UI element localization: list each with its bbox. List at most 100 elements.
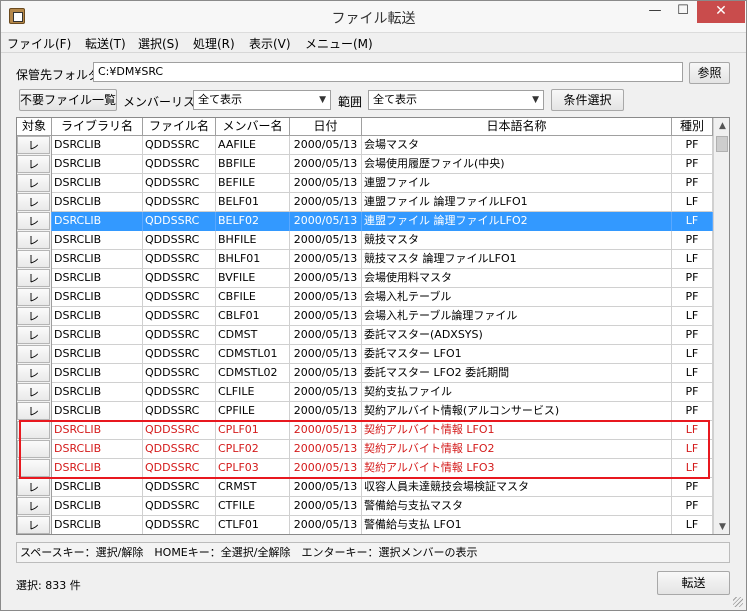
table-row[interactable]: レ DSRCLIB QDDSSRC CRMST 2000/05/13 収容人員未達競技会場… xyxy=(17,478,713,497)
table-row[interactable]: レ DSRCLIB QDDSSRC BEFILE 2000/05/13 連盟ファイル PF xyxy=(17,174,713,193)
row-check[interactable]: レ xyxy=(17,497,52,516)
row-check[interactable]: レ xyxy=(17,326,52,345)
row-japanese-name: 会場マスタ xyxy=(362,136,672,155)
table-row[interactable]: レ DSRCLIB QDDSSRC BVFILE 2000/05/13 会場使用料マスタ P… xyxy=(17,269,713,288)
row-check-button[interactable]: レ xyxy=(17,193,50,211)
row-check-button[interactable]: レ xyxy=(17,250,50,268)
menu-menu[interactable]: メニュー(M) xyxy=(305,35,373,52)
table-row[interactable]: DSRCLIB QDDSSRC CPLF02 2000/05/13 契約アルバイト情報 … xyxy=(17,440,713,459)
browse-button[interactable]: 参照 xyxy=(689,62,730,84)
table-row[interactable]: DSRCLIB QDDSSRC CPLF01 2000/05/13 契約アルバイト情報 … xyxy=(17,421,713,440)
close-button[interactable]: ✕ xyxy=(697,1,745,23)
table-row[interactable]: DSRCLIB QDDSSRC CPLF03 2000/05/13 契約アルバイト情報 … xyxy=(17,459,713,478)
row-check[interactable]: レ xyxy=(17,250,52,269)
row-check-button[interactable]: レ xyxy=(17,307,50,325)
row-check[interactable]: レ xyxy=(17,307,52,326)
row-check[interactable] xyxy=(17,421,52,440)
table-row[interactable]: レ DSRCLIB QDDSSRC CBFILE 2000/05/13 会場入札テーブル P… xyxy=(17,288,713,307)
scroll-thumb[interactable] xyxy=(716,136,728,152)
row-check[interactable]: レ xyxy=(17,383,52,402)
table-row[interactable]: レ DSRCLIB QDDSSRC CDMSTL01 2000/05/13 委託マスター … xyxy=(17,345,713,364)
menu-view[interactable]: 表示(V) xyxy=(249,35,291,52)
range-select[interactable]: 全て表示 ▼ xyxy=(368,90,544,110)
table-row[interactable]: レ DSRCLIB QDDSSRC BHFILE 2000/05/13 競技マスタ PF xyxy=(17,231,713,250)
row-check-button[interactable]: レ xyxy=(17,516,50,534)
row-check[interactable] xyxy=(17,440,52,459)
row-check-button[interactable] xyxy=(17,459,50,477)
row-member: CPLF03 xyxy=(216,459,290,478)
row-check-button[interactable]: レ xyxy=(17,364,50,382)
header-japanese-name[interactable]: 日本語名称 xyxy=(362,118,672,136)
row-check-button[interactable] xyxy=(17,440,50,458)
header-type[interactable]: 種別 xyxy=(672,118,713,136)
maximize-button[interactable]: ☐ xyxy=(669,1,697,23)
row-check-button[interactable]: レ xyxy=(17,345,50,363)
row-check-button[interactable]: レ xyxy=(17,174,50,192)
row-type: PF xyxy=(672,383,713,402)
minimize-button[interactable]: — xyxy=(641,1,669,23)
table-row[interactable]: レ DSRCLIB QDDSSRC CDMST 2000/05/13 委託マスター(ADX… xyxy=(17,326,713,345)
table-row[interactable]: レ DSRCLIB QDDSSRC BHLF01 2000/05/13 競技マスタ 論理フ… xyxy=(17,250,713,269)
transfer-button[interactable]: 転送 xyxy=(657,571,730,595)
row-check[interactable] xyxy=(17,459,52,478)
row-check-button[interactable]: レ xyxy=(17,288,50,306)
resize-grip-icon[interactable] xyxy=(733,597,743,607)
row-check-button[interactable]: レ xyxy=(17,155,50,173)
row-check[interactable]: レ xyxy=(17,174,52,193)
row-check[interactable]: レ xyxy=(17,516,52,534)
scroll-up-icon[interactable]: ▲ xyxy=(714,118,729,135)
title-bar: ファイル転送 — ☐ ✕ xyxy=(1,1,746,33)
header-library[interactable]: ライブラリ名 xyxy=(52,118,143,136)
row-check[interactable]: レ xyxy=(17,402,52,421)
row-check-button[interactable]: レ xyxy=(17,269,50,287)
row-check[interactable]: レ xyxy=(17,345,52,364)
row-check[interactable]: レ xyxy=(17,364,52,383)
row-check[interactable]: レ xyxy=(17,288,52,307)
row-check-button[interactable]: レ xyxy=(17,212,50,230)
row-check-button[interactable]: レ xyxy=(17,231,50,249)
menu-file[interactable]: ファイル(F) xyxy=(7,35,71,52)
scroll-down-icon[interactable]: ▼ xyxy=(714,519,729,534)
header-file[interactable]: ファイル名 xyxy=(143,118,216,136)
row-check[interactable]: レ xyxy=(17,193,52,212)
member-list-select[interactable]: 全て表示 ▼ xyxy=(193,90,331,110)
row-check[interactable]: レ xyxy=(17,269,52,288)
file-grid[interactable]: 対象 ライブラリ名 ファイル名 メンバー名 日付 日本語名称 種別 レ DSRCL… xyxy=(16,117,730,535)
table-row[interactable]: レ DSRCLIB QDDSSRC BELF01 2000/05/13 連盟ファイル 論理… xyxy=(17,193,713,212)
row-check-button[interactable]: レ xyxy=(17,326,50,344)
folder-path-field[interactable]: C:¥DM¥SRC xyxy=(93,62,683,82)
unneeded-files-button[interactable]: 不要ファイル一覧 xyxy=(19,89,117,111)
table-row[interactable]: レ DSRCLIB QDDSSRC CPFILE 2000/05/13 契約アルバイト情報… xyxy=(17,402,713,421)
table-row[interactable]: レ DSRCLIB QDDSSRC CTLF01 2000/05/13 警備給与支払 LF… xyxy=(17,516,713,534)
row-check-button[interactable] xyxy=(17,421,50,439)
header-date[interactable]: 日付 xyxy=(290,118,362,136)
row-check-button[interactable]: レ xyxy=(17,497,50,515)
row-type: LF xyxy=(672,440,713,459)
row-check[interactable]: レ xyxy=(17,212,52,231)
row-check[interactable]: レ xyxy=(17,136,52,155)
table-row[interactable]: レ DSRCLIB QDDSSRC CTFILE 2000/05/13 警備給与支払マスタ… xyxy=(17,497,713,516)
menu-select[interactable]: 選択(S) xyxy=(138,35,179,52)
menu-transfer[interactable]: 転送(T) xyxy=(85,35,126,52)
menu-process[interactable]: 処理(R) xyxy=(193,35,235,52)
table-row[interactable]: レ DSRCLIB QDDSSRC CDMSTL02 2000/05/13 委託マスター … xyxy=(17,364,713,383)
table-row[interactable]: レ DSRCLIB QDDSSRC CBLF01 2000/05/13 会場入札テーブル論… xyxy=(17,307,713,326)
row-member: BBFILE xyxy=(216,155,290,174)
row-file: QDDSSRC xyxy=(143,421,216,440)
table-row[interactable]: レ DSRCLIB QDDSSRC BELF02 2000/05/13 連盟ファイル 論理… xyxy=(17,212,713,231)
header-target[interactable]: 対象 xyxy=(17,118,52,136)
row-check-button[interactable]: レ xyxy=(17,383,50,401)
table-row[interactable]: レ DSRCLIB QDDSSRC CLFILE 2000/05/13 契約支払ファイル P… xyxy=(17,383,713,402)
table-row[interactable]: レ DSRCLIB QDDSSRC AAFILE 2000/05/13 会場マスタ PF xyxy=(17,136,713,155)
row-check[interactable]: レ xyxy=(17,478,52,497)
vertical-scrollbar[interactable]: ▲ ▼ xyxy=(713,118,729,534)
row-check-button[interactable]: レ xyxy=(17,478,50,496)
row-check[interactable]: レ xyxy=(17,155,52,174)
row-file: QDDSSRC xyxy=(143,193,216,212)
table-row[interactable]: レ DSRCLIB QDDSSRC BBFILE 2000/05/13 会場使用履歴ファイ… xyxy=(17,155,713,174)
header-member[interactable]: メンバー名 xyxy=(216,118,290,136)
condition-select-button[interactable]: 条件選択 xyxy=(551,89,624,111)
row-check-button[interactable]: レ xyxy=(17,402,50,420)
row-check[interactable]: レ xyxy=(17,231,52,250)
row-check-button[interactable]: レ xyxy=(17,136,50,154)
